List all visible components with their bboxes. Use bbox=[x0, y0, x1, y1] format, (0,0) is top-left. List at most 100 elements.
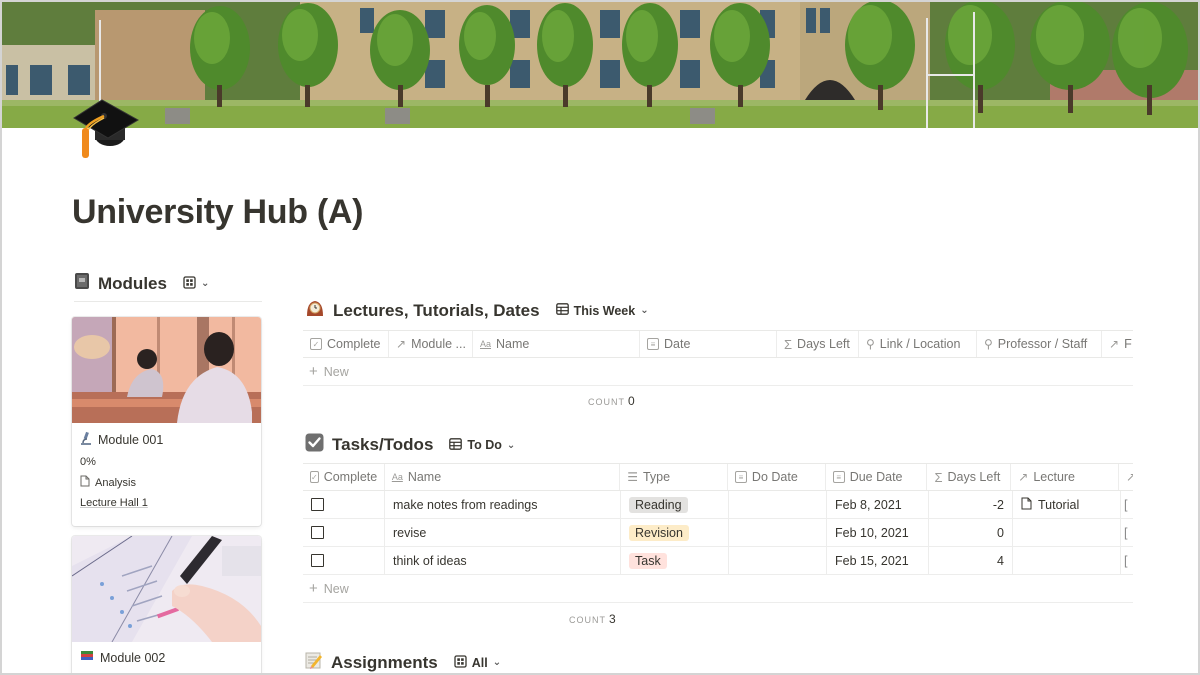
complete-checkbox[interactable] bbox=[311, 498, 324, 511]
sigma-icon: Σ bbox=[934, 469, 943, 485]
complete-checkbox[interactable] bbox=[311, 554, 324, 567]
list-icon: ☰ bbox=[627, 470, 638, 484]
assignments-view-switcher[interactable]: All ⌄ bbox=[454, 654, 502, 671]
tasks-table: ✓ Complete Aa Name ☰ Type ≡ Do Date ≡ Due Dat… bbox=[303, 463, 1133, 603]
task-name[interactable]: think of ideas bbox=[385, 547, 621, 574]
column-header-type[interactable]: ☰ Type bbox=[620, 464, 728, 490]
module-cover-image bbox=[72, 536, 261, 642]
tasks-view-switcher[interactable]: To Do ⌄ bbox=[449, 437, 515, 453]
extra-cell[interactable]: [ bbox=[1121, 519, 1133, 546]
modules-view-switcher[interactable]: ⌄ bbox=[183, 275, 209, 292]
table-row[interactable]: make notes from readings Reading Feb 8, … bbox=[303, 491, 1133, 519]
plus-icon: + bbox=[309, 363, 318, 380]
assignments-header: Assignments All ⌄ bbox=[305, 651, 501, 674]
complete-checkbox[interactable] bbox=[311, 526, 324, 539]
plus-icon: + bbox=[309, 580, 318, 597]
notebook-icon bbox=[74, 272, 90, 295]
days-left: -2 bbox=[929, 491, 1013, 518]
module-progress: 0% bbox=[80, 456, 96, 468]
memo-icon bbox=[305, 651, 323, 674]
title-aa-icon: Aa bbox=[480, 339, 492, 349]
column-header-professor[interactable]: ⚲ Professor / Staff bbox=[977, 331, 1102, 357]
check-box-icon bbox=[305, 433, 324, 457]
title-aa-icon: Aa bbox=[391, 472, 403, 482]
view-label: This Week bbox=[573, 303, 636, 318]
modules-header: Modules ⌄ bbox=[74, 272, 262, 302]
do-date[interactable] bbox=[729, 547, 827, 574]
task-name[interactable]: revise bbox=[385, 519, 621, 546]
sigma-icon: Σ bbox=[784, 336, 793, 352]
cover-image[interactable] bbox=[0, 0, 1200, 128]
extra-cell[interactable]: [ bbox=[1121, 491, 1133, 518]
calendar-icon: ≡ bbox=[647, 338, 659, 350]
view-label: To Do bbox=[467, 438, 502, 452]
module-name: Module 001 bbox=[98, 432, 164, 447]
do-date[interactable] bbox=[729, 491, 827, 518]
module-card[interactable]: Module 001 0% Analysis Lecture Hall 1 bbox=[72, 317, 261, 526]
column-header-do-date[interactable]: ≡ Do Date bbox=[728, 464, 826, 490]
lectures-view-switcher[interactable]: This Week ⌄ bbox=[555, 303, 649, 318]
column-header-due-date[interactable]: ≡ Due Date bbox=[826, 464, 928, 490]
table-icon bbox=[449, 437, 463, 453]
page-icon bbox=[80, 475, 90, 490]
gallery-icon bbox=[454, 654, 467, 671]
due-date[interactable]: Feb 8, 2021 bbox=[827, 491, 929, 518]
relation-arrow-icon: ↗ bbox=[1109, 337, 1120, 351]
microscope-icon bbox=[80, 431, 92, 448]
lecture-link[interactable]: Tutorial bbox=[1038, 498, 1079, 512]
module-relation-link[interactable]: Analysis bbox=[95, 477, 136, 489]
calendar-icon: ≡ bbox=[734, 471, 747, 483]
column-header-lecture[interactable]: ↗ Lecture bbox=[1011, 464, 1119, 490]
chevron-down-icon: ⌄ bbox=[640, 305, 649, 316]
column-header-name[interactable]: Aa Name bbox=[385, 464, 621, 490]
column-header-more[interactable]: ↗ bbox=[1119, 464, 1133, 490]
module-card[interactable]: Module 002 bbox=[72, 536, 261, 675]
table-row[interactable]: revise Revision Feb 10, 2021 0 [ bbox=[303, 519, 1133, 547]
checkbox-icon: ✓ bbox=[310, 471, 319, 483]
type-tag: Revision bbox=[629, 524, 689, 541]
column-header-complete[interactable]: ✓ Complete bbox=[303, 331, 389, 357]
column-header-link-location[interactable]: ⚲ Link / Location bbox=[859, 331, 977, 357]
new-row-button[interactable]: + New bbox=[303, 358, 1133, 386]
column-header-complete[interactable]: ✓ Complete bbox=[303, 464, 385, 490]
column-header-more[interactable]: ↗ F bbox=[1102, 331, 1133, 357]
module-location[interactable]: Lecture Hall 1 bbox=[80, 497, 253, 509]
relation-arrow-icon: ↗ bbox=[1018, 470, 1029, 484]
new-row-button[interactable]: + New bbox=[303, 575, 1133, 603]
view-label: All bbox=[471, 655, 488, 670]
lectures-count: COUNT 0 bbox=[588, 394, 635, 408]
lectures-table: ✓ Complete ↗ Module ... Aa Name ≡ Date Σ Days… bbox=[303, 330, 1133, 386]
lecture-link[interactable] bbox=[1013, 519, 1121, 546]
relation-arrow-icon: ↗ bbox=[396, 337, 407, 351]
due-date[interactable]: Feb 10, 2021 bbox=[827, 519, 929, 546]
days-left: 4 bbox=[929, 547, 1013, 574]
search-icon: ⚲ bbox=[866, 337, 875, 351]
lectures-header: Lectures, Tutorials, Dates This Week ⌄ bbox=[305, 299, 649, 322]
page-title: University Hub (A) bbox=[72, 193, 364, 231]
checkbox-icon: ✓ bbox=[310, 338, 322, 350]
column-header-module[interactable]: ↗ Module ... bbox=[389, 331, 473, 357]
search-icon: ⚲ bbox=[984, 337, 993, 351]
mantelpiece-clock-icon bbox=[305, 299, 325, 322]
due-date[interactable]: Feb 15, 2021 bbox=[827, 547, 929, 574]
assignments-title: Assignments bbox=[331, 652, 438, 672]
page-icon bbox=[1021, 497, 1032, 513]
module-name: Module 002 bbox=[100, 650, 166, 665]
type-tag: Task bbox=[629, 552, 667, 569]
do-date[interactable] bbox=[729, 519, 827, 546]
task-name[interactable]: make notes from readings bbox=[385, 491, 621, 518]
table-icon bbox=[555, 303, 569, 318]
books-icon bbox=[80, 650, 94, 665]
table-header: ✓ Complete ↗ Module ... Aa Name ≡ Date Σ Days… bbox=[303, 330, 1133, 358]
column-header-days-left[interactable]: Σ Days Left bbox=[927, 464, 1012, 490]
calendar-icon: ≡ bbox=[832, 471, 845, 483]
tasks-title: Tasks/Todos bbox=[332, 435, 434, 454]
table-row[interactable]: think of ideas Task Feb 15, 2021 4 [ bbox=[303, 547, 1133, 575]
chevron-down-icon: ⌄ bbox=[492, 657, 502, 668]
graduation-cap-icon[interactable] bbox=[72, 96, 140, 164]
lecture-link[interactable] bbox=[1013, 547, 1121, 574]
column-header-days-left[interactable]: Σ Days Left bbox=[777, 331, 859, 357]
column-header-name[interactable]: Aa Name bbox=[473, 331, 640, 357]
column-header-date[interactable]: ≡ Date bbox=[640, 331, 777, 357]
extra-cell[interactable]: [ bbox=[1121, 547, 1133, 574]
